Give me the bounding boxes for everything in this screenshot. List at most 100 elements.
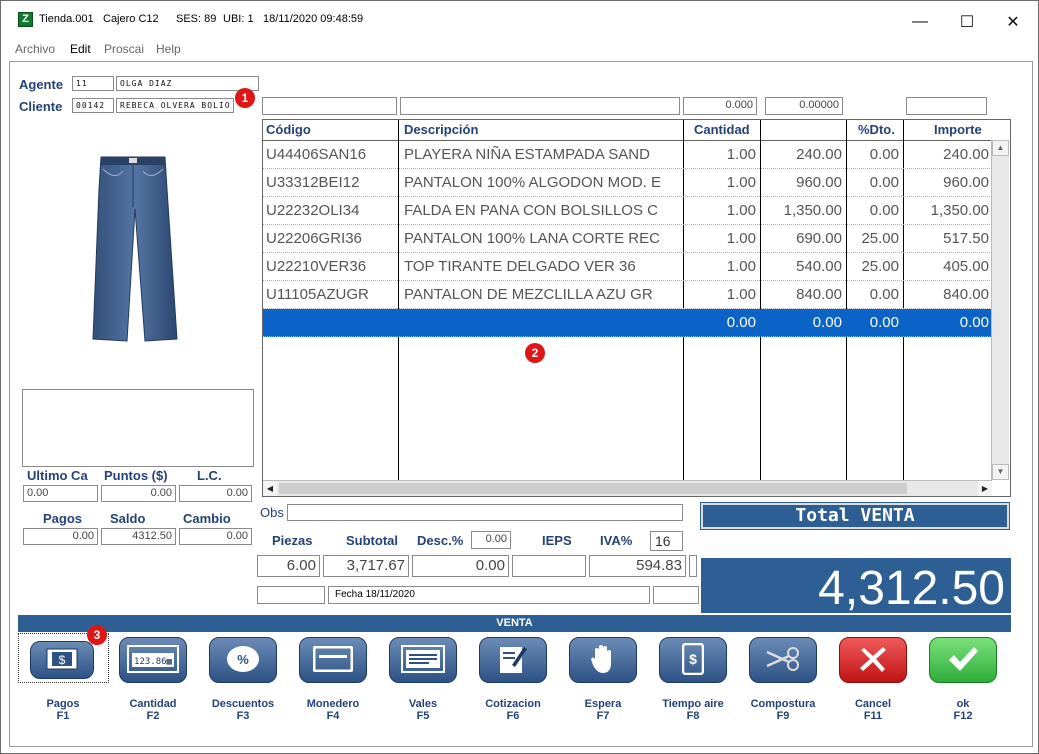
svg-text:123.86▦: 123.86▦: [134, 657, 173, 667]
desc-label: Desc.%: [417, 533, 464, 548]
monedero-button[interactable]: [299, 637, 367, 683]
discount-cell: 0.00: [869, 146, 899, 163]
pagos-field[interactable]: 0.00: [23, 528, 98, 545]
quantity-cell: 1.00: [726, 146, 756, 163]
table-row[interactable]: U44406SAN16 PLAYERA NIÑA ESTAMPADA SAND 1.…: [263, 141, 992, 169]
code-cell: [263, 309, 396, 336]
table-row[interactable]: U22210VER36 TOP TIRANTE DELGADO VER 36 1.0…: [263, 253, 992, 281]
agent-label: Agente: [19, 77, 64, 92]
menu-edit[interactable]: Edit: [70, 42, 91, 56]
scroll-left-arrow-icon[interactable]: ◀: [263, 481, 277, 496]
function-key: F11: [863, 710, 883, 722]
scroll-right-arrow-icon[interactable]: ▶: [978, 481, 992, 496]
table-row-selected[interactable]: 0.00 0.00 0.00 0.00: [263, 309, 992, 337]
function-name: Espera: [584, 698, 622, 710]
code-cell: U22232OLI34: [266, 202, 360, 219]
import-entry-field[interactable]: [906, 97, 987, 115]
price-cell: 1,350.00: [783, 202, 842, 219]
import-cell: 1,350.00: [930, 202, 989, 219]
table-row[interactable]: U11105AZUGR PANTALON DE MEZCLILLA AZU GR 1…: [263, 281, 992, 309]
description-cell: PANTALON 100% ALGODON MOD. E: [404, 174, 662, 191]
header-descuento[interactable]: %Dto.: [855, 120, 895, 140]
horizontal-scrollbar[interactable]: ◀ ▶: [263, 480, 992, 496]
function-label: Espera F7: [558, 698, 648, 722]
hand-stop-icon: [589, 643, 617, 678]
description-entry-field[interactable]: [400, 97, 680, 115]
description-cell: FALDA EN PANA CON BOLSILLOS C: [404, 202, 658, 219]
function-name: Vales: [408, 698, 438, 710]
ok-button[interactable]: [929, 637, 997, 683]
cantidad-button[interactable]: 123.86▦: [119, 637, 187, 683]
description-cell: PLAYERA NIÑA ESTAMPADA SAND: [404, 146, 650, 163]
notes-box[interactable]: [22, 389, 254, 467]
client-code-field[interactable]: 00142: [72, 98, 114, 113]
descuentos-button[interactable]: %: [209, 637, 277, 683]
desc-percent-field[interactable]: 0.00: [471, 531, 511, 549]
iva-percent-field[interactable]: 16: [650, 531, 683, 551]
cambio-label: Cambio: [183, 511, 231, 526]
import-cell: 405.00: [943, 258, 989, 275]
agent-code-field[interactable]: 11: [72, 76, 114, 91]
description-cell: PANTALON DE MEZCLILLA AZU GR: [404, 286, 653, 303]
ieps-label: IEPS: [542, 533, 572, 548]
code-entry-field[interactable]: [262, 97, 397, 115]
code-cell: U11105AZUGR: [266, 286, 369, 303]
price-cell: 840.00: [796, 286, 842, 303]
maximize-button[interactable]: ☐: [945, 7, 989, 37]
fecha-code-field: [257, 586, 325, 604]
ultimo-field[interactable]: 0.00: [23, 485, 98, 502]
puntos-field[interactable]: 0.00: [101, 485, 176, 502]
function-name: Cancel: [854, 698, 892, 710]
vertical-scrollbar[interactable]: ▲ ▼: [991, 140, 1009, 480]
obs-field[interactable]: [287, 504, 683, 521]
lc-field[interactable]: 0.00: [179, 485, 252, 502]
client-name-field[interactable]: REBECA OLVERA BOLIO: [116, 98, 234, 113]
iva-amount-field: 594.83: [589, 555, 686, 577]
quantity-entry-field[interactable]: 0.000: [683, 97, 757, 115]
cotizacion-button[interactable]: [479, 637, 547, 683]
header-descripcion[interactable]: Descripción: [401, 120, 478, 140]
header-cantidad[interactable]: Cantidad: [691, 120, 750, 140]
tiempo-aire-button[interactable]: $: [659, 637, 727, 683]
menu-archivo[interactable]: Archivo: [15, 42, 55, 56]
maximize-icon: ☐: [959, 14, 975, 31]
header-importe[interactable]: Importe: [931, 120, 982, 140]
minimize-icon: —: [912, 13, 928, 30]
saldo-field[interactable]: 4312.50: [101, 528, 176, 545]
minimize-button[interactable]: —: [898, 7, 942, 37]
price-entry-field[interactable]: 0.00000: [765, 97, 843, 115]
scroll-down-arrow-icon[interactable]: ▼: [992, 464, 1009, 480]
cancel-button[interactable]: [839, 637, 907, 683]
table-row[interactable]: U22206GRI36 PANTALON 100% LANA CORTE REC 1…: [263, 225, 992, 253]
close-button[interactable]: ✕: [991, 7, 1035, 37]
function-key: F1: [56, 710, 70, 722]
scissors-icon: [763, 646, 803, 675]
sales-grid: Código Descripción Cantidad %Dto. Import…: [262, 119, 1011, 497]
menu-proscai[interactable]: Proscai: [104, 42, 144, 56]
code-cell: U44406SAN16: [266, 146, 367, 163]
iva-label: IVA%: [600, 533, 633, 548]
scroll-up-arrow-icon[interactable]: ▲: [992, 140, 1009, 156]
session-label: SES: 89: [176, 13, 217, 25]
vales-button[interactable]: [389, 637, 457, 683]
menu-help[interactable]: Help: [156, 42, 181, 56]
espera-button[interactable]: [569, 637, 637, 683]
function-label: Descuentos F3: [198, 698, 288, 722]
table-row[interactable]: U33312BEI12 PANTALON 100% ALGODON MOD. E 1…: [263, 169, 992, 197]
header-codigo[interactable]: Código: [263, 120, 311, 140]
pagos-label: Pagos: [43, 511, 83, 526]
cambio-field[interactable]: 0.00: [179, 528, 252, 545]
ieps-field: [512, 555, 586, 577]
compostura-button[interactable]: [749, 637, 817, 683]
subtotal-field: 3,717.67: [323, 555, 409, 577]
function-key: F4: [326, 710, 340, 722]
function-label: Compostura F9: [738, 698, 828, 722]
agent-name-field[interactable]: OLGA DIAZ: [116, 76, 259, 91]
description-cell: TOP TIRANTE DELGADO VER 36: [404, 258, 636, 275]
scroll-thumb[interactable]: [279, 483, 907, 494]
discount-cell: 25.00: [861, 258, 899, 275]
function-label: Monedero F4: [288, 698, 378, 722]
quote-edit-icon: [498, 643, 528, 678]
table-row[interactable]: U22232OLI34 FALDA EN PANA CON BOLSILLOS C…: [263, 197, 992, 225]
price-cell: 690.00: [796, 230, 842, 247]
